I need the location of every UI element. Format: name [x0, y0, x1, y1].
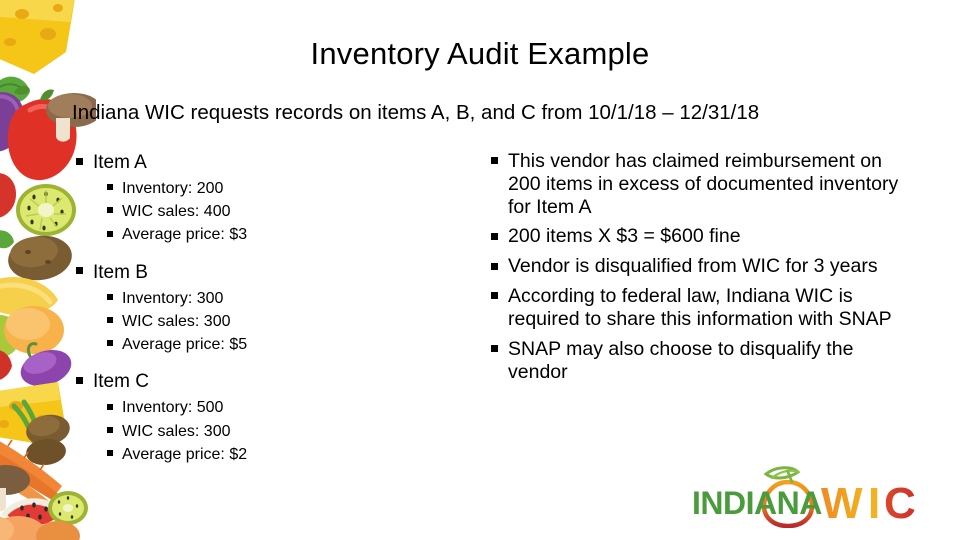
square-bullet-icon [107, 230, 113, 237]
detail-label: WIC sales: 300 [122, 422, 231, 440]
square-bullet-icon [107, 403, 113, 410]
logo-i-text: I [868, 479, 880, 528]
square-bullet-icon [491, 232, 498, 240]
detail-label: Inventory: 300 [122, 289, 224, 307]
square-bullet-icon [491, 292, 498, 300]
leaf-icon [0, 76, 30, 103]
list-item: WIC sales: 300 [74, 420, 474, 443]
list-item: Average price: $3 [74, 223, 474, 246]
logo-w-text: W [821, 479, 863, 528]
logo-c-text: C [884, 479, 916, 528]
item-group: Item A Inventory: 200 WIC sales: 400 Ave… [74, 150, 474, 247]
plum-icon [20, 342, 72, 387]
item-b-block: Item B [74, 260, 474, 285]
list-item: WIC sales: 300 [74, 310, 474, 333]
peach-icon [0, 516, 80, 540]
item-c-details: Inventory: 500 WIC sales: 300 Average pr… [74, 396, 474, 466]
detail-label: Inventory: 500 [122, 399, 224, 417]
item-heading-label: Item B [93, 261, 148, 283]
list-item: Average price: $2 [74, 443, 474, 466]
consequence-label: According to federal law, Indiana WIC is… [508, 285, 892, 330]
carrot-icon [0, 439, 62, 508]
item-c-block: Item C [74, 369, 474, 394]
consequence-label: This vendor has claimed reimbursement on… [508, 150, 899, 218]
square-bullet-icon [107, 449, 113, 456]
item-a-block: Item A [74, 150, 474, 175]
indiana-wic-logo: INDIANA W I C [688, 462, 928, 528]
banana-icon [0, 277, 58, 316]
square-bullet-icon [76, 157, 83, 165]
square-bullet-icon [491, 262, 498, 270]
square-bullet-icon [107, 293, 113, 300]
square-bullet-icon [76, 377, 83, 385]
square-bullet-icon [491, 345, 498, 353]
potato-icon [26, 414, 70, 466]
logo-indiana-text: INDIANA [692, 485, 822, 521]
pepper-icon [0, 315, 20, 358]
eggplant-icon [0, 85, 30, 152]
square-bullet-icon [107, 207, 113, 214]
slide-canvas: Inventory Audit Example Indiana WIC requ… [0, 0, 960, 540]
mushroom-icon [0, 465, 30, 512]
cheese-icon [0, 382, 64, 444]
right-content-column: This vendor has claimed reimbursement on… [488, 150, 900, 383]
list-item: This vendor has claimed reimbursement on… [488, 150, 900, 218]
tomato-icon [7, 89, 77, 181]
list-item: WIC sales: 400 [74, 200, 474, 223]
peach-icon [4, 306, 64, 354]
item-list: Item A Inventory: 200 WIC sales: 400 Ave… [74, 150, 474, 466]
list-item: Vendor is disqualified from WIC for 3 ye… [488, 255, 900, 278]
left-content-column: Item A Inventory: 200 WIC sales: 400 Ave… [74, 150, 474, 466]
detail-label: WIC sales: 400 [122, 203, 231, 221]
item-b-details: Inventory: 300 WIC sales: 300 Average pr… [74, 287, 474, 357]
list-item-heading: Item A [74, 150, 474, 175]
leaf-icon [763, 466, 801, 484]
item-group: Item B Inventory: 300 WIC sales: 300 Ave… [74, 260, 474, 357]
square-bullet-icon [107, 340, 113, 347]
square-bullet-icon [76, 267, 83, 275]
square-bullet-icon [107, 317, 113, 324]
consequence-label: 200 items X $3 = $600 fine [508, 225, 741, 248]
list-item: According to federal law, Indiana WIC is… [488, 285, 900, 331]
item-group: Item C Inventory: 500 WIC sales: 300 Ave… [74, 369, 474, 466]
slide-title: Inventory Audit Example [310, 36, 650, 71]
item-a-details: Inventory: 200 WIC sales: 400 Average pr… [74, 177, 474, 247]
list-item: Average price: $5 [74, 333, 474, 356]
watermelon-icon [1, 498, 66, 526]
potato-icon [8, 235, 72, 281]
list-item-heading: Item C [74, 369, 474, 394]
consequence-list: This vendor has claimed reimbursement on… [488, 150, 900, 383]
detail-label: Average price: $5 [122, 336, 248, 354]
detail-label: Inventory: 200 [122, 180, 224, 198]
list-item-heading: Item B [74, 260, 474, 285]
list-item: Inventory: 200 [74, 177, 474, 200]
square-bullet-icon [491, 157, 498, 165]
tomato-icon [0, 173, 16, 218]
detail-label: Average price: $2 [122, 445, 248, 463]
detail-label: Average price: $3 [122, 226, 248, 244]
item-heading-label: Item A [93, 152, 147, 173]
leaf-icon [0, 230, 14, 249]
square-bullet-icon [107, 184, 113, 191]
list-item: Inventory: 300 [74, 287, 474, 310]
list-item: Inventory: 500 [74, 396, 474, 419]
list-item: SNAP may also choose to disqualify the v… [488, 338, 900, 384]
consequence-label: SNAP may also choose to disqualify the v… [508, 337, 854, 383]
kiwi-icon [16, 184, 76, 236]
item-heading-label: Item C [93, 371, 149, 393]
detail-label: WIC sales: 300 [122, 312, 231, 330]
green-bean-icon [11, 399, 45, 455]
kiwi-icon [48, 491, 88, 525]
list-item: 200 items X $3 = $600 fine [488, 225, 900, 248]
consequence-label: Vendor is disqualified from WIC for 3 ye… [508, 255, 878, 278]
slide-subtitle: Indiana WIC requests records on items A,… [72, 101, 760, 124]
square-bullet-icon [107, 426, 113, 433]
